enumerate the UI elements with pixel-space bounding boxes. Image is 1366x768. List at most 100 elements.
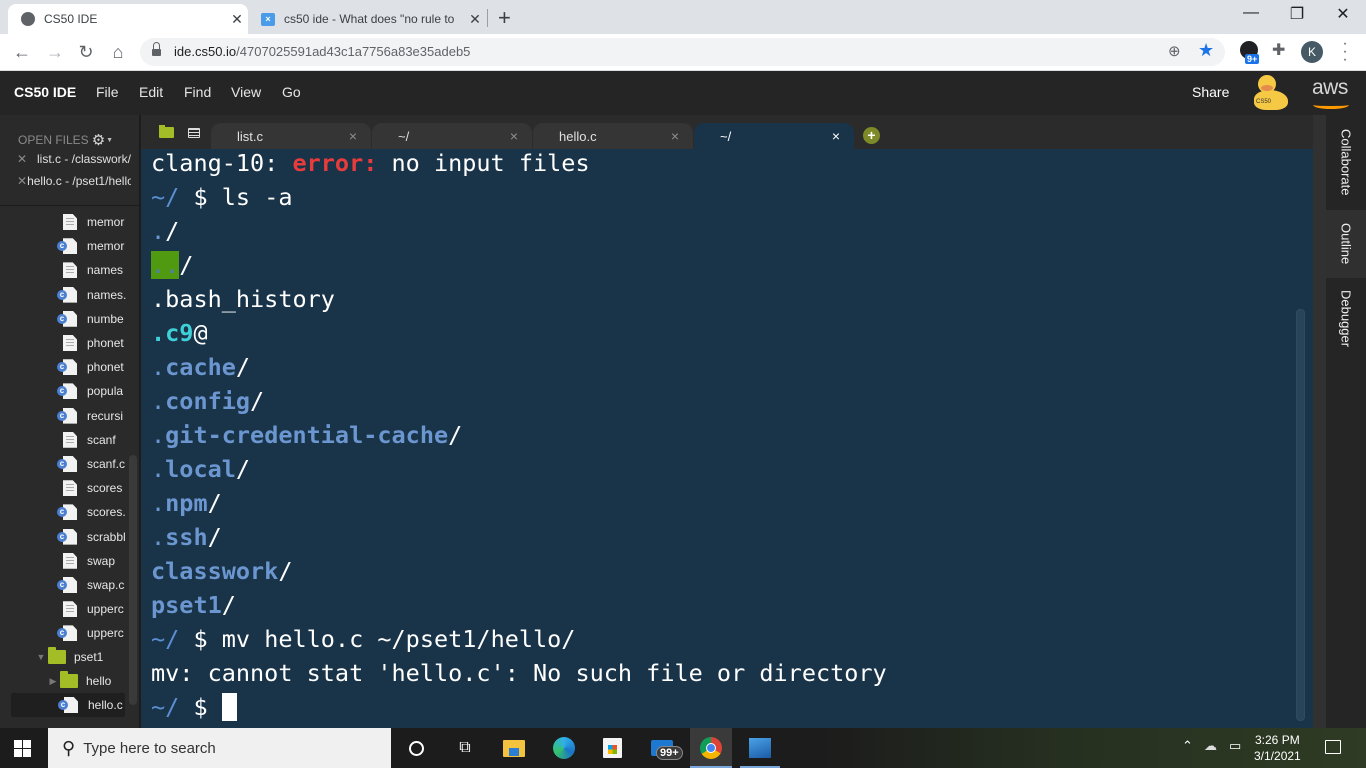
open-file-item[interactable]: ✕ hello.c - /pset1/hello xyxy=(17,174,131,188)
terminal-line: .bash_history xyxy=(151,285,335,319)
address-bar[interactable]: ide.cs50.io/4707025591ad43c1a7756a83e35a… xyxy=(140,38,1225,66)
tree-file[interactable]: c numbe xyxy=(0,307,126,331)
tray-chevron-icon[interactable]: ⌃ xyxy=(1182,738,1193,754)
editor-tab-hello-c[interactable]: hello.c × xyxy=(533,123,693,149)
browser-tab-stackexchange[interactable]: × cs50 ide - What does "no rule to ✕ xyxy=(250,4,486,34)
terminal-scrollbar[interactable] xyxy=(1296,309,1305,721)
cortana-icon[interactable] xyxy=(404,736,428,760)
close-tab-icon[interactable]: ✕ xyxy=(226,11,248,28)
profile-avatar[interactable]: K xyxy=(1301,41,1323,63)
open-file-item[interactable]: ✕ list.c - /classwork/ xyxy=(17,152,131,166)
tree-file[interactable]: c upperc xyxy=(0,621,126,645)
battery-icon[interactable]: ▭ xyxy=(1229,738,1241,754)
tree-file[interactable]: c recursi xyxy=(0,404,126,428)
caret-down-icon[interactable]: ▼ xyxy=(106,137,113,144)
home-button[interactable]: ⌂ xyxy=(106,40,130,64)
text-file-icon xyxy=(63,601,77,618)
cs50-duck-icon[interactable]: CS50 xyxy=(1252,75,1290,111)
onedrive-icon[interactable]: ☁ xyxy=(1204,738,1217,754)
minimize-button[interactable]: — xyxy=(1228,4,1274,22)
scroll-icon[interactable] xyxy=(188,127,200,138)
term-dot: . xyxy=(151,387,166,415)
add-tab-button[interactable]: + xyxy=(863,127,880,144)
tree-file[interactable]: c names. xyxy=(0,283,126,307)
side-tab-collaborate[interactable]: Collaborate xyxy=(1326,115,1366,210)
folder-icon xyxy=(60,671,78,688)
task-view-icon[interactable]: ⧉ xyxy=(453,736,477,760)
folder-icon[interactable] xyxy=(159,125,174,138)
file-explorer-icon[interactable] xyxy=(502,736,526,760)
extensions-puzzle-icon[interactable]: ✚ xyxy=(1272,40,1285,60)
editor-tab-list-c[interactable]: list.c × xyxy=(211,123,371,149)
tree-file[interactable]: scores xyxy=(0,476,126,500)
tree-folder-pset1[interactable]: ▼ pset1 xyxy=(0,645,126,669)
url-text[interactable]: ide.cs50.io/4707025591ad43c1a7756a83e35a… xyxy=(174,44,470,59)
tree-file[interactable]: phonet xyxy=(0,331,126,355)
close-icon[interactable]: × xyxy=(510,128,518,144)
editor-tab-terminal-active[interactable]: ~/ × xyxy=(694,123,854,149)
tree-file[interactable]: names xyxy=(0,258,126,282)
new-tab-button[interactable]: + xyxy=(498,5,511,31)
tree-file[interactable]: memor xyxy=(0,210,126,234)
close-icon[interactable]: ✕ xyxy=(17,152,37,166)
photos-icon[interactable] xyxy=(748,736,772,760)
editor-tab-terminal-1[interactable]: ~/ × xyxy=(372,123,532,149)
taskbar-search[interactable]: ⚲ Type here to search xyxy=(48,728,391,768)
close-tab-icon[interactable]: ✕ xyxy=(464,11,486,28)
terminal-cursor[interactable] xyxy=(221,693,237,721)
back-button[interactable]: ← xyxy=(10,40,34,64)
menu-kebab-icon[interactable]: · · · xyxy=(1340,36,1350,68)
side-tab-outline[interactable]: Outline xyxy=(1326,210,1366,278)
close-icon[interactable]: × xyxy=(349,128,357,144)
share-button[interactable]: Share xyxy=(1192,84,1229,100)
tree-file[interactable]: upperc xyxy=(0,597,126,621)
forward-button[interactable]: → xyxy=(43,40,67,64)
file-icon-wrap: c xyxy=(57,310,87,327)
caret-down-icon[interactable]: ▼ xyxy=(34,652,48,662)
file-explorer-panel: OPEN FILES ⚙ ▼ ✕ list.c - /classwork/ ✕ … xyxy=(0,115,140,728)
tree-file[interactable]: c popula xyxy=(0,379,126,403)
file-icon-wrap: c xyxy=(57,407,87,424)
menu-edit[interactable]: Edit xyxy=(139,84,163,100)
tree-file[interactable]: c swap.c xyxy=(0,573,126,597)
store-icon[interactable] xyxy=(600,736,624,760)
menu-view[interactable]: View xyxy=(231,84,261,100)
side-tab-debugger[interactable]: Debugger xyxy=(1326,278,1366,360)
term-slash: / xyxy=(448,421,463,449)
close-icon[interactable]: × xyxy=(832,128,840,144)
ide-brand[interactable]: CS50 IDE xyxy=(14,84,76,100)
terminal-line: .cache/ xyxy=(151,353,250,387)
gear-icon[interactable]: ⚙ xyxy=(92,131,105,149)
file-label: swap xyxy=(87,553,116,568)
tree-file[interactable]: c phonet xyxy=(0,355,126,379)
reload-button[interactable]: ↻ xyxy=(74,40,98,64)
close-icon[interactable]: ✕ xyxy=(17,174,27,188)
chrome-taskbar-button[interactable] xyxy=(690,728,732,768)
tree-file[interactable]: c scrabbl xyxy=(0,525,126,549)
taskbar-clock[interactable]: 3:26 PM 3/1/2021 xyxy=(1254,732,1301,764)
caret-right-icon[interactable]: ▶ xyxy=(46,676,60,687)
tree-file[interactable]: c scores. xyxy=(0,500,126,524)
close-icon[interactable]: × xyxy=(671,128,679,144)
bookmark-star-icon[interactable]: ★ xyxy=(1198,40,1214,61)
restore-button[interactable]: ❐ xyxy=(1274,4,1320,24)
tree-file[interactable]: c memor xyxy=(0,234,126,258)
menu-find[interactable]: Find xyxy=(184,84,211,100)
menu-go[interactable]: Go xyxy=(282,84,301,100)
windows-start-icon[interactable] xyxy=(14,740,32,757)
close-window-button[interactable]: ✕ xyxy=(1320,4,1366,24)
zoom-icon[interactable]: ⊕ xyxy=(1168,42,1181,60)
notification-icon[interactable] xyxy=(1325,740,1341,754)
tree-file-hello-c[interactable]: c hello.c xyxy=(11,693,125,717)
terminal[interactable]: clang-10: error: no input files ~/ $ ls … xyxy=(141,149,1313,728)
tree-file[interactable]: swap xyxy=(0,549,126,573)
tree-file[interactable]: scanf xyxy=(0,428,126,452)
c-file-badge-icon: c xyxy=(57,459,67,469)
tree-folder-hello[interactable]: ▶ hello xyxy=(0,669,126,693)
menu-file[interactable]: File xyxy=(96,84,119,100)
duck-label: CS50 xyxy=(1256,99,1272,105)
file-tree-scrollbar[interactable] xyxy=(129,455,137,705)
edge-icon[interactable] xyxy=(552,736,576,760)
browser-tab-cs50-ide[interactable]: CS50 IDE ✕ xyxy=(8,4,248,34)
tree-file[interactable]: c scanf.c xyxy=(0,452,126,476)
